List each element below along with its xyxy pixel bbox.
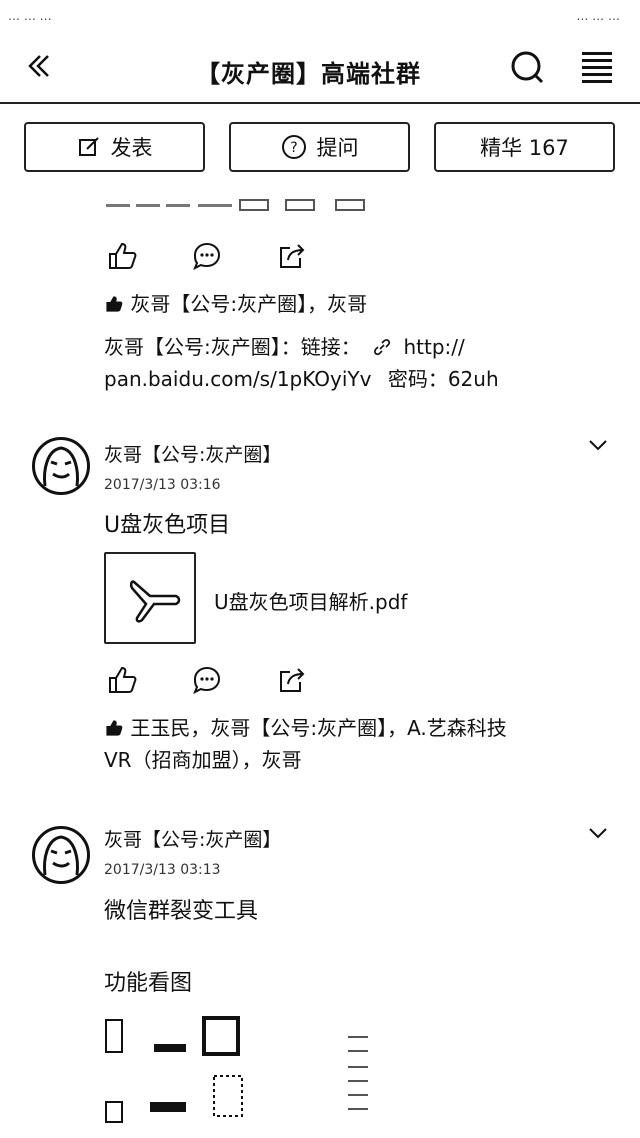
post-time: 2017/3/13 03:13 [104,862,221,878]
likes-text: 灰哥【公号:灰产圈】，灰哥 [130,292,368,316]
status-bar: … … … … … … [0,0,640,34]
post-subtitle: 功能看图 [104,971,193,996]
post-button[interactable]: 发表 [24,122,205,172]
like-icon[interactable] [106,240,138,272]
svg-text:?: ? [290,140,297,156]
menu-icon[interactable] [582,52,612,84]
post-author[interactable]: 灰哥【公号:灰产圈】 [104,825,281,852]
comment-text: 灰哥【公号:灰产圈】：链接： [104,335,361,359]
link-text-2[interactable]: pan.baidu.com/s/1pKOyiYv [104,367,371,391]
truncated-content [106,198,376,214]
featured-label: 精华 167 [480,136,569,160]
post-title: 微信群裂变工具 [104,899,259,924]
like-icon[interactable] [106,664,138,696]
nav-bar: 【灰产圈】高端社群 [0,34,640,104]
ask-button[interactable]: ? 提问 [229,122,410,172]
chevron-down-icon[interactable] [588,824,608,845]
page-title: 【灰产圈】高端社群 [196,60,421,88]
question-icon: ? [281,134,307,160]
comment-icon[interactable] [191,240,223,272]
ask-label: 提问 [316,136,359,160]
likes-text-2: VR（招商加盟），灰哥 [104,748,302,772]
status-right: … … … [576,9,620,23]
password-text: 密码：62uh [387,367,499,391]
back-chevron-icon[interactable] [24,48,54,93]
likes-row: 王玉民，灰哥【公号:灰产圈】，A.艺森科技 VR（招商加盟），灰哥 [104,712,507,776]
post-actions [106,240,308,272]
post-actions [106,664,308,696]
post-label: 发表 [110,136,153,160]
likes-text-1: 王玉民，灰哥【公号:灰产圈】，A.艺森科技 [130,716,507,740]
comment-icon[interactable] [191,664,223,696]
post-time: 2017/3/13 03:16 [104,477,221,493]
post-title: U盘灰色项目 [104,513,231,538]
share-icon[interactable] [276,240,308,272]
status-left: … … … [8,9,52,23]
avatar[interactable] [32,826,90,884]
pdf-file-icon[interactable] [104,552,196,644]
avatar[interactable] [32,437,90,495]
file-name[interactable]: U盘灰色项目解析.pdf [214,586,407,615]
search-icon[interactable] [507,48,547,88]
post-author[interactable]: 灰哥【公号:灰产圈】 [104,440,281,467]
share-icon[interactable] [276,664,308,696]
link-icon [373,335,397,359]
image-thumbnails[interactable] [104,1016,384,1126]
like-small-icon [104,292,130,316]
chevron-down-icon[interactable] [588,436,608,457]
like-small-icon [104,716,130,740]
link-text-1[interactable]: http:// [403,335,464,359]
comment-block: 灰哥【公号:灰产圈】：链接： http:// pan.baidu.com/s/1… [104,331,499,395]
likes-row: 灰哥【公号:灰产圈】，灰哥 [104,288,367,320]
edit-icon [77,135,101,159]
featured-button[interactable]: 精华 167 [434,122,615,172]
